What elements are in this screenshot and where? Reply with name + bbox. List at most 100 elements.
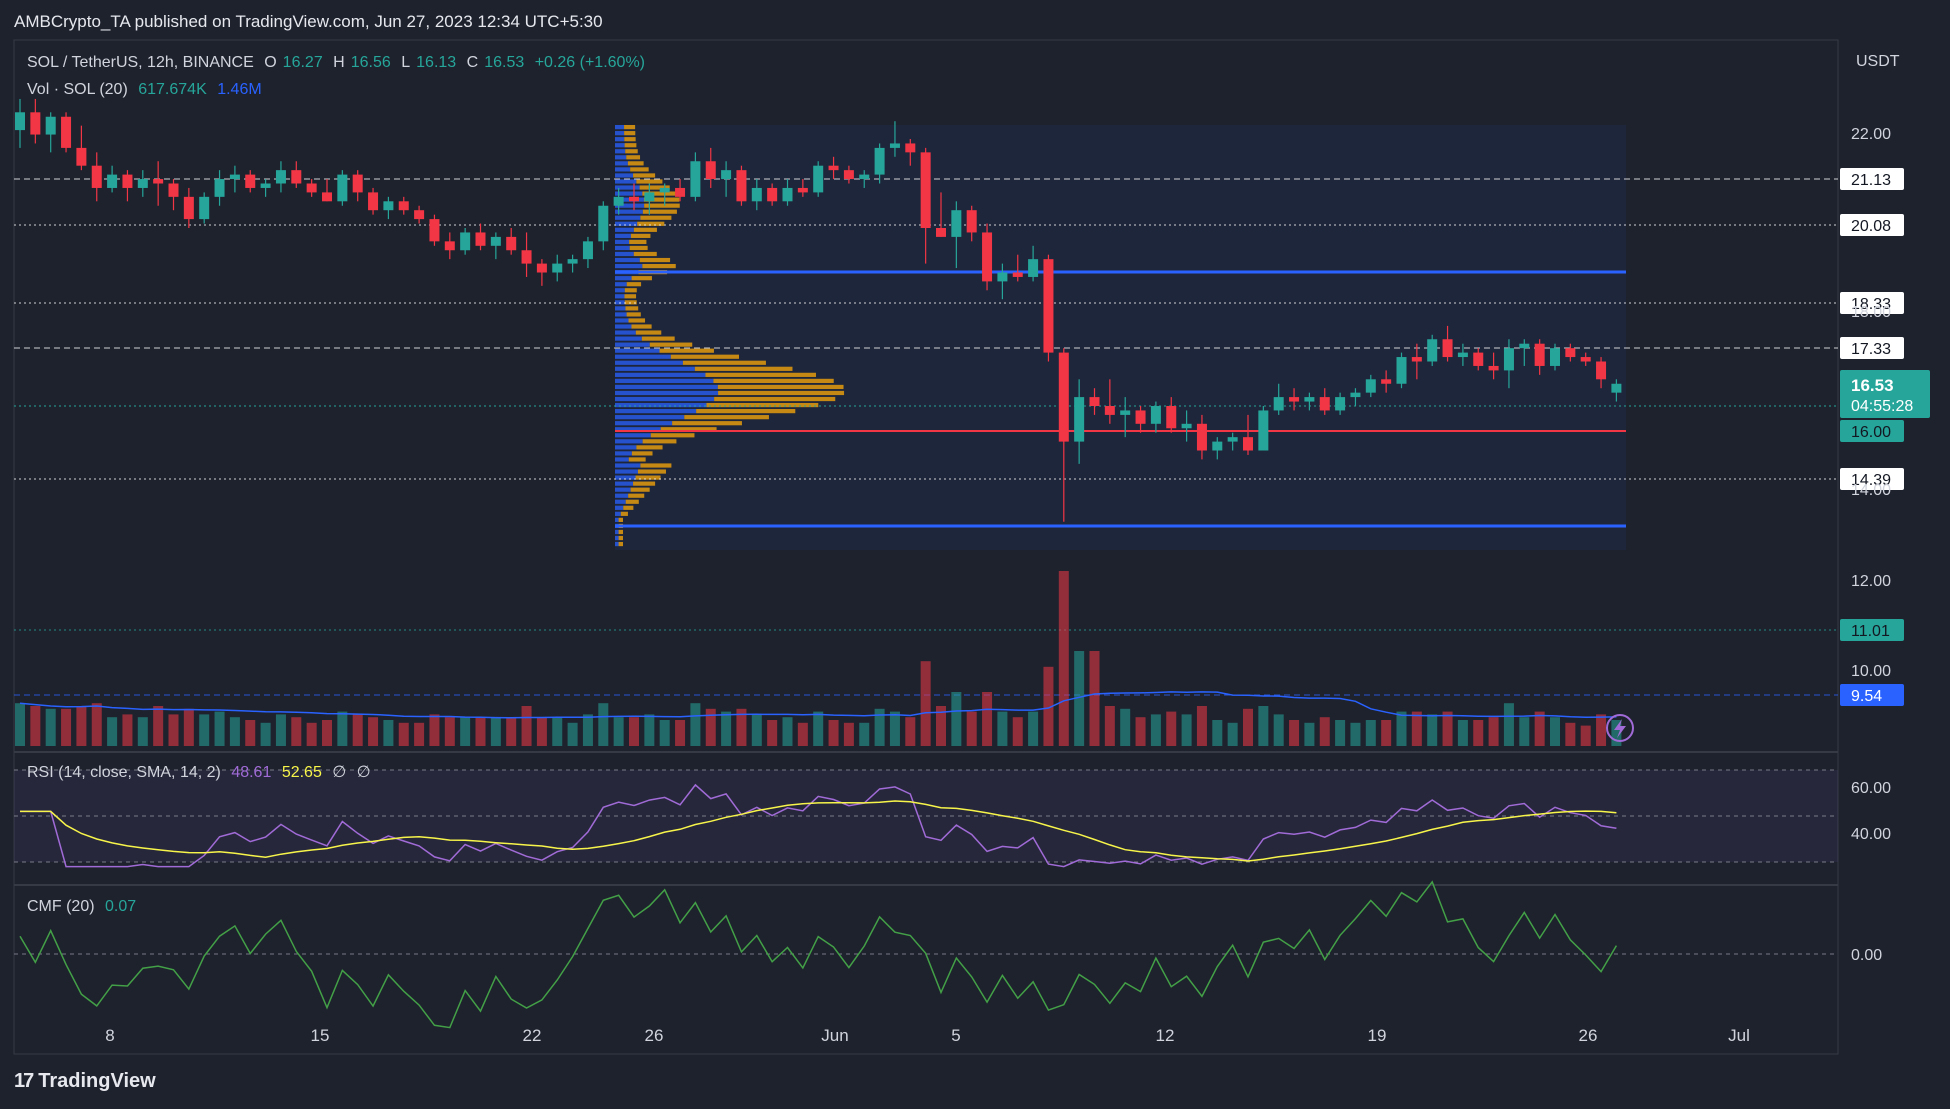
candle-down[interactable] bbox=[1534, 343, 1545, 366]
candle-up[interactable] bbox=[460, 232, 471, 251]
candle-down[interactable] bbox=[521, 250, 532, 264]
candle-up[interactable] bbox=[1550, 348, 1560, 366]
candle-up[interactable] bbox=[1074, 397, 1085, 442]
candle-up[interactable] bbox=[598, 205, 609, 242]
candle-up[interactable] bbox=[45, 116, 56, 135]
candle-down[interactable] bbox=[61, 116, 72, 148]
candle-up[interactable] bbox=[1150, 406, 1161, 424]
candle-up[interactable] bbox=[889, 143, 900, 148]
candle-down[interactable] bbox=[982, 232, 993, 282]
candle-down[interactable] bbox=[1243, 437, 1253, 451]
candle-up[interactable] bbox=[874, 147, 885, 175]
candle-up[interactable] bbox=[567, 259, 578, 264]
candle-down[interactable] bbox=[322, 192, 332, 202]
candle-down[interactable] bbox=[1196, 423, 1207, 451]
candle-up[interactable] bbox=[383, 201, 394, 211]
candle-down[interactable] bbox=[1043, 259, 1054, 353]
candle-up[interactable] bbox=[1335, 397, 1346, 411]
candle-up[interactable] bbox=[659, 187, 670, 193]
candle-up[interactable] bbox=[721, 170, 732, 180]
candle-up[interactable] bbox=[813, 165, 824, 193]
candle-down[interactable] bbox=[905, 143, 916, 153]
candle-up[interactable] bbox=[644, 192, 655, 202]
candle-up[interactable] bbox=[552, 263, 563, 273]
candle-down[interactable] bbox=[1166, 406, 1177, 429]
candle-up[interactable] bbox=[137, 179, 148, 188]
candle-down[interactable] bbox=[1565, 348, 1576, 358]
candle-down[interactable] bbox=[1473, 352, 1484, 366]
candle-down[interactable] bbox=[536, 263, 547, 273]
candle-down[interactable] bbox=[153, 179, 164, 184]
candle-up[interactable] bbox=[1227, 437, 1238, 442]
candle-up[interactable] bbox=[337, 174, 348, 202]
candle-down[interactable] bbox=[444, 241, 455, 251]
candle-down[interactable] bbox=[1381, 379, 1392, 384]
candle-down[interactable] bbox=[1319, 397, 1330, 411]
candle-down[interactable] bbox=[122, 174, 133, 188]
candle-down[interactable] bbox=[368, 192, 379, 211]
candle-down[interactable] bbox=[675, 187, 686, 197]
candle-up[interactable] bbox=[1427, 339, 1438, 362]
candle-up[interactable] bbox=[1273, 397, 1284, 411]
candle-up[interactable] bbox=[582, 241, 593, 260]
candle-down[interactable] bbox=[76, 147, 87, 166]
candle-down[interactable] bbox=[30, 112, 41, 135]
candle-up[interactable] bbox=[260, 183, 271, 188]
candle-down[interactable] bbox=[414, 210, 425, 220]
candle-down[interactable] bbox=[291, 170, 302, 184]
candle-up[interactable] bbox=[690, 161, 701, 197]
candle-up[interactable] bbox=[1258, 410, 1269, 451]
candle-up[interactable] bbox=[1519, 343, 1530, 349]
candle-down[interactable] bbox=[183, 196, 194, 220]
candle-down[interactable] bbox=[1442, 339, 1453, 358]
candle-down[interactable] bbox=[736, 170, 747, 202]
candle-down[interactable] bbox=[1488, 365, 1499, 371]
candle-up[interactable] bbox=[751, 187, 762, 202]
candle-up[interactable] bbox=[1028, 259, 1039, 277]
candle-up[interactable] bbox=[1212, 441, 1223, 451]
candle-up[interactable] bbox=[997, 272, 1008, 282]
candle-up[interactable] bbox=[15, 112, 25, 131]
tradingview-logo[interactable]: 17 TradingView bbox=[14, 1070, 156, 1093]
candle-up[interactable] bbox=[275, 170, 286, 184]
candle-up[interactable] bbox=[199, 196, 210, 220]
candle-up[interactable] bbox=[782, 187, 793, 202]
candle-down[interactable] bbox=[1012, 272, 1023, 277]
candle-up[interactable] bbox=[229, 174, 240, 180]
candle-down[interactable] bbox=[398, 201, 409, 211]
candle-up[interactable] bbox=[1304, 397, 1315, 402]
candle-down[interactable] bbox=[828, 165, 839, 171]
candle-up[interactable] bbox=[613, 196, 624, 206]
candle-down[interactable] bbox=[91, 165, 102, 188]
candle-down[interactable] bbox=[936, 228, 946, 237]
candle-down[interactable] bbox=[475, 232, 486, 246]
candle-down[interactable] bbox=[843, 170, 854, 180]
candle-down[interactable] bbox=[306, 183, 317, 193]
candle-up[interactable] bbox=[859, 174, 870, 180]
candle-down[interactable] bbox=[966, 210, 977, 233]
candle-down[interactable] bbox=[705, 161, 716, 180]
candle-down[interactable] bbox=[506, 236, 517, 251]
candle-down[interactable] bbox=[168, 183, 179, 197]
candle-down[interactable] bbox=[920, 152, 931, 228]
candle-up[interactable] bbox=[1181, 423, 1192, 429]
candle-down[interactable] bbox=[1580, 357, 1591, 362]
candle-down[interactable] bbox=[1596, 361, 1607, 380]
candle-up[interactable] bbox=[1611, 383, 1622, 393]
candle-down[interactable] bbox=[1089, 397, 1100, 406]
candle-down[interactable] bbox=[429, 219, 440, 242]
candle-down[interactable] bbox=[629, 196, 639, 202]
chart-canvas[interactable]: 21.1320.0818.3317.3316.0014.3911.019.541… bbox=[0, 0, 1950, 1109]
candle-down[interactable] bbox=[797, 187, 808, 193]
candle-up[interactable] bbox=[1350, 392, 1361, 398]
candle-down[interactable] bbox=[1135, 410, 1146, 424]
candle-up[interactable] bbox=[951, 210, 962, 237]
candle-up[interactable] bbox=[1396, 357, 1407, 384]
candle-down[interactable] bbox=[1104, 406, 1115, 415]
candle-down[interactable] bbox=[1058, 352, 1069, 442]
candle-up[interactable] bbox=[1365, 379, 1376, 393]
candle-down[interactable] bbox=[1411, 357, 1422, 362]
candle-down[interactable] bbox=[352, 174, 363, 193]
candle-up[interactable] bbox=[214, 179, 225, 197]
candle-up[interactable] bbox=[1503, 348, 1514, 371]
